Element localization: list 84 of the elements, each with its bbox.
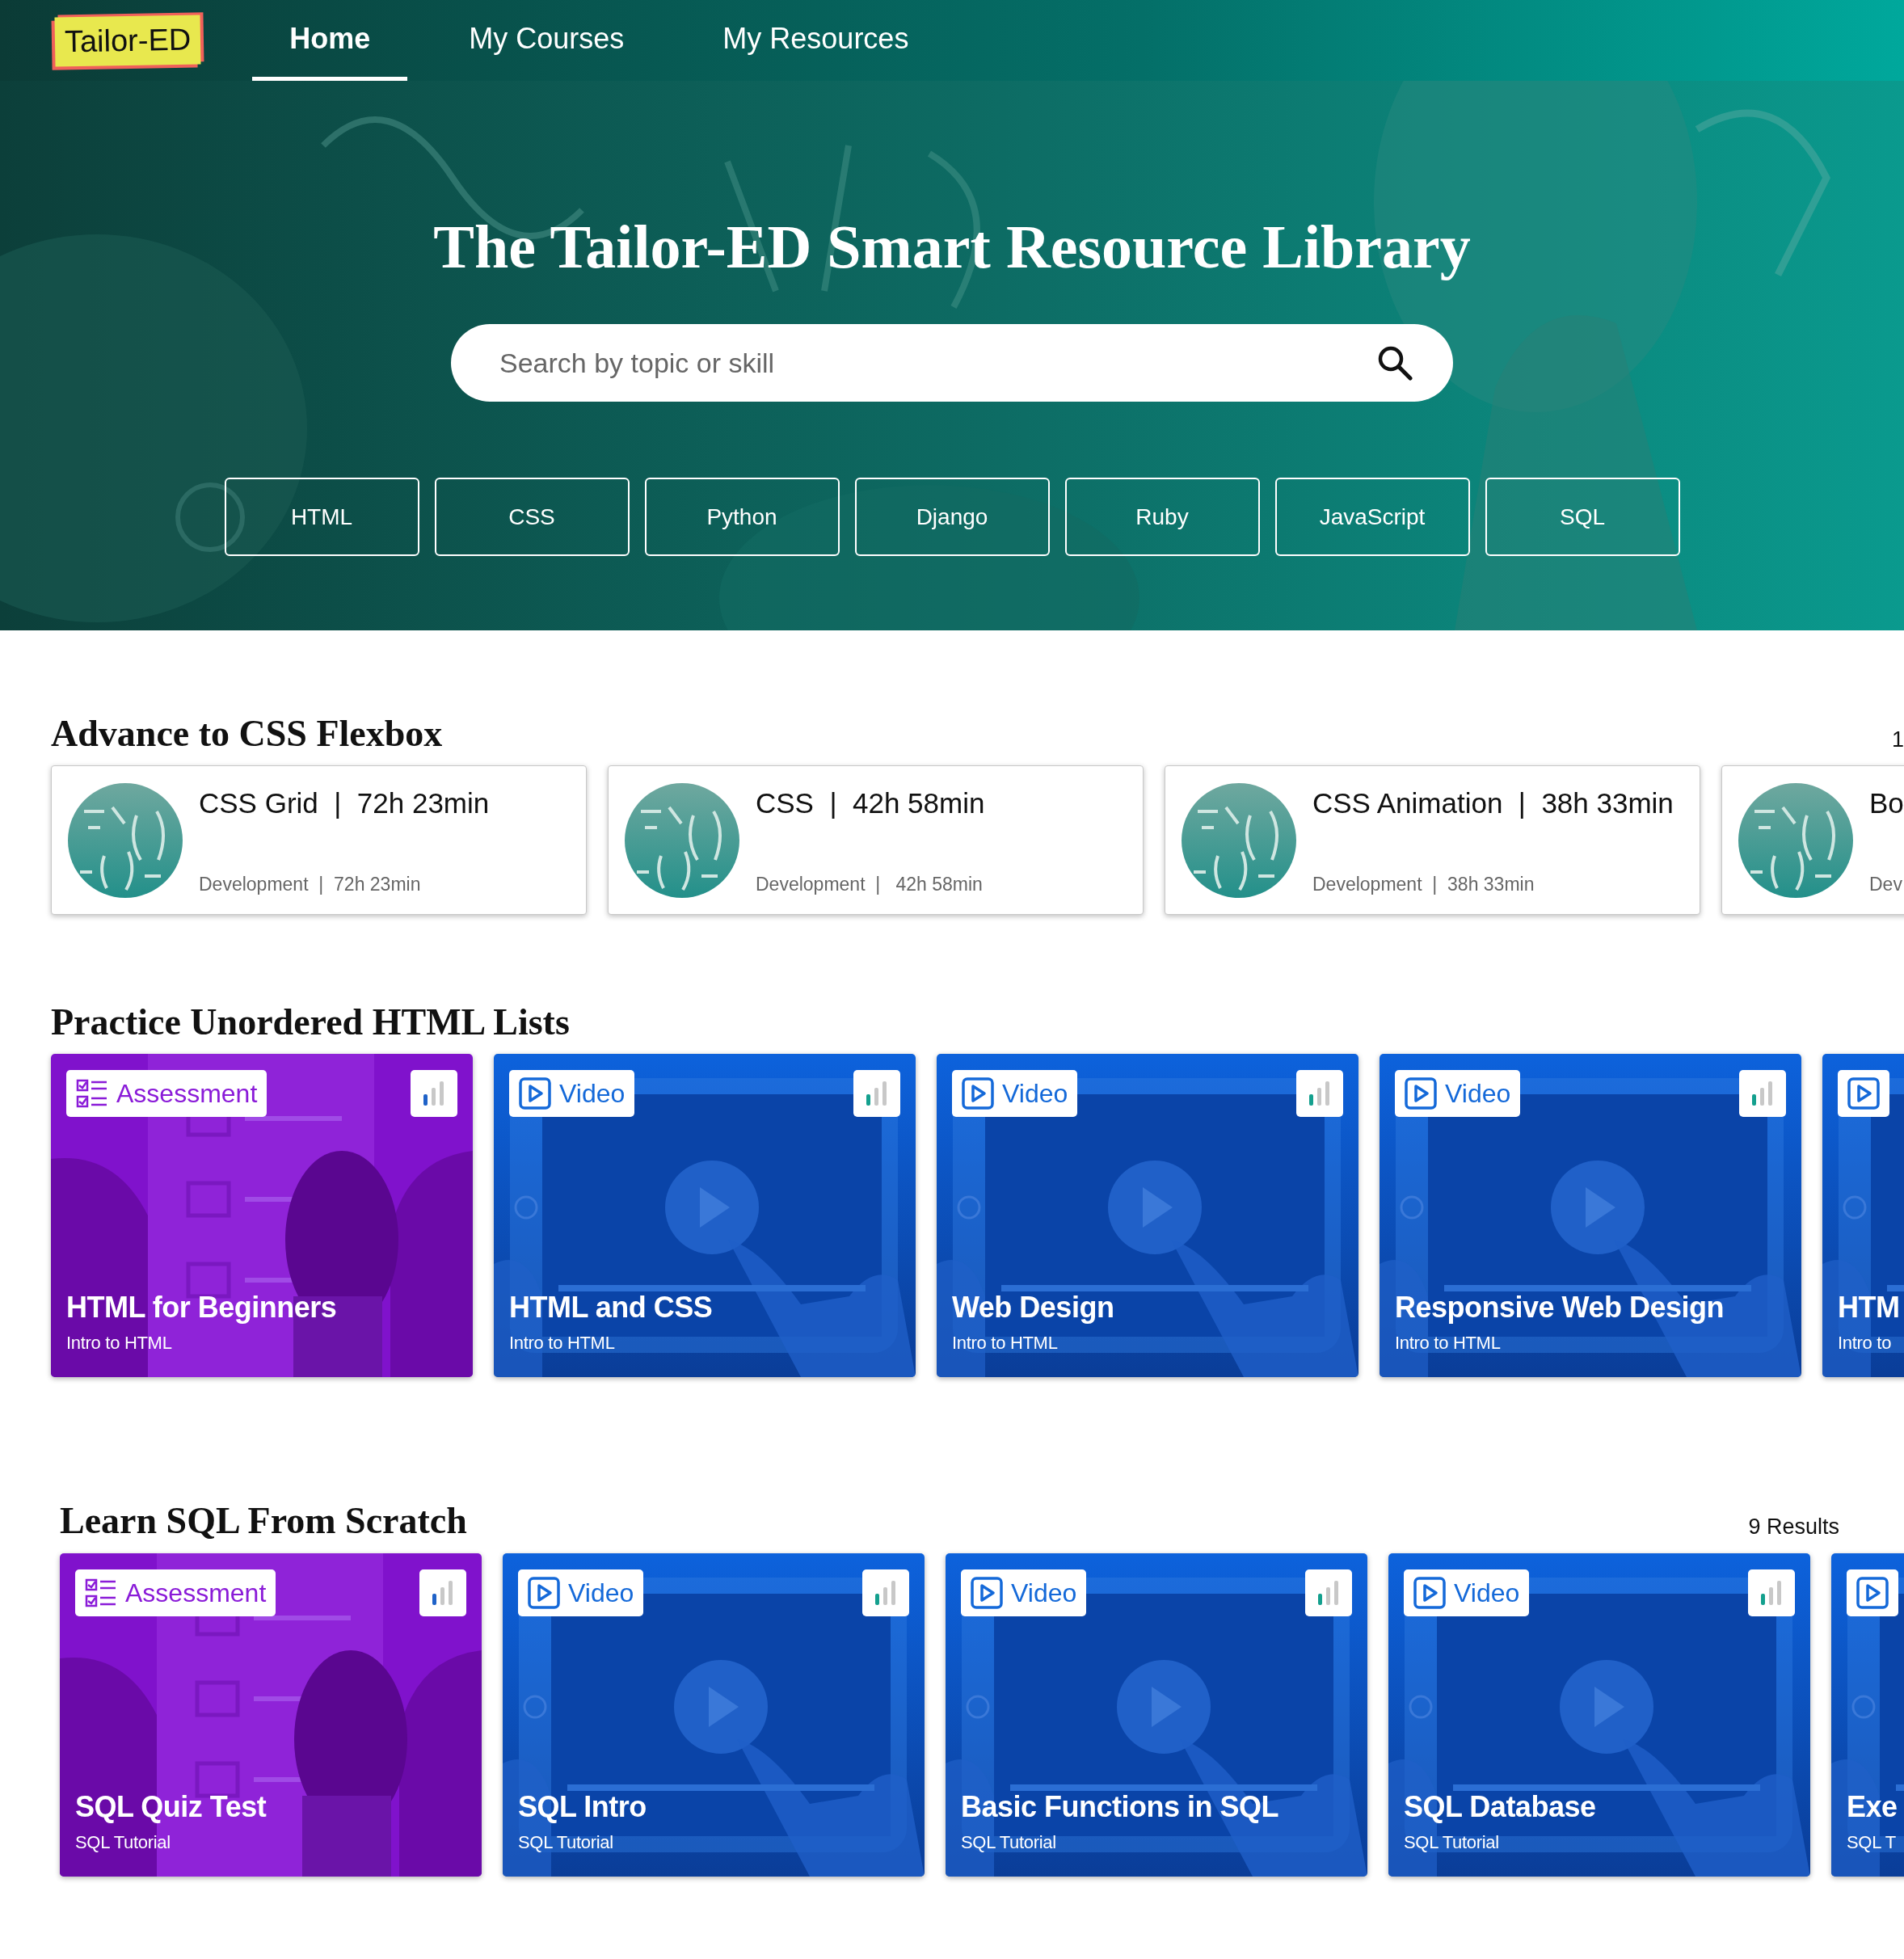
resource-title: SQL Quiz Test (75, 1788, 267, 1825)
topic-button[interactable]: Ruby (1064, 478, 1260, 557)
resource-title: SQL Intro (518, 1788, 647, 1825)
topic-button[interactable]: HTML (224, 478, 419, 557)
resource-card[interactable]: Assessment SQL Quiz Test SQL Tutorial (60, 1552, 482, 1877)
type-tag: Video (509, 1070, 635, 1118)
resource-subtitle: Intro to HTML (509, 1332, 616, 1355)
course-meta: Dev (1869, 872, 1903, 896)
type-tag: Video (1395, 1070, 1521, 1118)
course-meta: Development | 72h 23min (199, 872, 422, 896)
play-icon (528, 1576, 560, 1609)
resource-card[interactable]: Video SQL Database SQL Tutorial (1388, 1552, 1810, 1877)
difficulty-icon (1305, 1569, 1352, 1616)
course-meta: Development | 42h 58min (756, 872, 984, 896)
course-card[interactable]: Bo Dev (1721, 765, 1904, 916)
play-icon (1413, 1576, 1446, 1609)
resource-subtitle: SQL Tutorial (1404, 1831, 1500, 1854)
results-count: 9 Results (1748, 1514, 1839, 1541)
topic-button[interactable]: SQL (1485, 478, 1680, 557)
type-tag: Assessment (66, 1070, 267, 1118)
resource-card[interactable]: Exe SQL T (1831, 1552, 1904, 1877)
search-field[interactable]: Search by topic or skill (451, 324, 1453, 402)
play-icon (962, 1077, 994, 1110)
type-tag: Video (952, 1070, 1078, 1118)
resource-title: Basic Functions in SQL (961, 1788, 1280, 1825)
nav-tab[interactable]: My Courses (432, 0, 662, 81)
type-tag: Video (961, 1569, 1087, 1616)
difficulty-icon (1739, 1070, 1786, 1118)
section-heading: Practice Unordered HTML Lists (51, 1001, 570, 1045)
play-icon (1847, 1077, 1880, 1110)
course-title: CSS | 42h 58min (756, 786, 985, 821)
resource-card[interactable]: Assessment HTML for Beginners Intro to HTML (51, 1054, 473, 1378)
play-icon (1856, 1576, 1889, 1609)
resource-title: Responsive Web Design (1395, 1290, 1725, 1326)
type-tag: Video (1404, 1569, 1530, 1616)
resource-subtitle: Intro to HTML (952, 1332, 1059, 1355)
course-card[interactable]: CSS | 42h 58min Development | 42h 58min (608, 765, 1144, 916)
nav-tab[interactable]: My Resources (685, 0, 946, 81)
play-icon (1405, 1077, 1437, 1110)
resource-card[interactable]: Video SQL Intro SQL Tutorial (503, 1552, 925, 1877)
resource-subtitle: SQL Tutorial (518, 1831, 614, 1854)
course-title: CSS Grid | 72h 23min (199, 786, 490, 821)
difficulty-icon (1296, 1070, 1343, 1118)
section-heading: Advance to CSS Flexbox (51, 712, 443, 756)
resource-subtitle: SQL T (1847, 1831, 1897, 1854)
type-tag: Assessment (75, 1569, 276, 1616)
resource-subtitle: SQL Tutorial (75, 1831, 171, 1854)
play-icon (971, 1576, 1003, 1609)
results-count: 1 (1891, 726, 1904, 753)
difficulty-icon (1748, 1569, 1795, 1616)
course-meta: Development | 38h 33min (1312, 872, 1535, 896)
topic-button[interactable]: Django (854, 478, 1050, 557)
page-title: The Tailor-ED Smart Resource Library (433, 212, 1471, 282)
resource-title: Exe (1847, 1788, 1898, 1825)
resource-card[interactable]: Video HTML and CSS Intro to HTML (494, 1054, 916, 1378)
resource-title: HTM (1838, 1290, 1901, 1326)
difficulty-icon (853, 1070, 900, 1118)
resource-card[interactable]: Video Web Design Intro to HTML (937, 1054, 1358, 1378)
course-card[interactable]: CSS Grid | 72h 23min Development | 72h 23min (51, 765, 587, 916)
section-heading: Learn SQL From Scratch (60, 1499, 467, 1544)
search-icon[interactable] (1377, 345, 1413, 381)
topic-button[interactable]: CSS (434, 478, 630, 557)
topic-button[interactable]: JavaScript (1274, 478, 1470, 557)
resource-card[interactable]: Video Basic Functions in SQL SQL Tutorial (946, 1552, 1367, 1877)
resource-subtitle: Intro to HTML (1395, 1332, 1502, 1355)
resource-subtitle: Intro to (1838, 1332, 1893, 1355)
resource-title: HTML and CSS (509, 1290, 714, 1326)
difficulty-icon (862, 1569, 909, 1616)
resource-card[interactable]: Video Responsive Web Design Intro to HTML (1380, 1054, 1801, 1378)
resource-title: SQL Database (1404, 1788, 1597, 1825)
resource-subtitle: SQL Tutorial (961, 1831, 1057, 1854)
difficulty-icon (419, 1569, 466, 1616)
resource-title: Web Design (952, 1290, 1115, 1326)
difficulty-icon (411, 1070, 457, 1118)
resource-title: HTML for Beginners (66, 1290, 338, 1326)
course-card[interactable]: CSS Animation | 38h 33min Development | 38h 33min (1165, 765, 1700, 916)
type-tag: Video (518, 1569, 644, 1616)
logo[interactable]: Tailor-ED (54, 14, 201, 67)
resource-subtitle: Intro to HTML (66, 1332, 173, 1355)
topic-button[interactable]: Python (644, 478, 840, 557)
course-title: CSS Animation | 38h 33min (1312, 786, 1674, 821)
resource-card[interactable]: HTM Intro to (1822, 1054, 1904, 1378)
play-icon (519, 1077, 551, 1110)
course-title: Bo (1869, 786, 1904, 821)
